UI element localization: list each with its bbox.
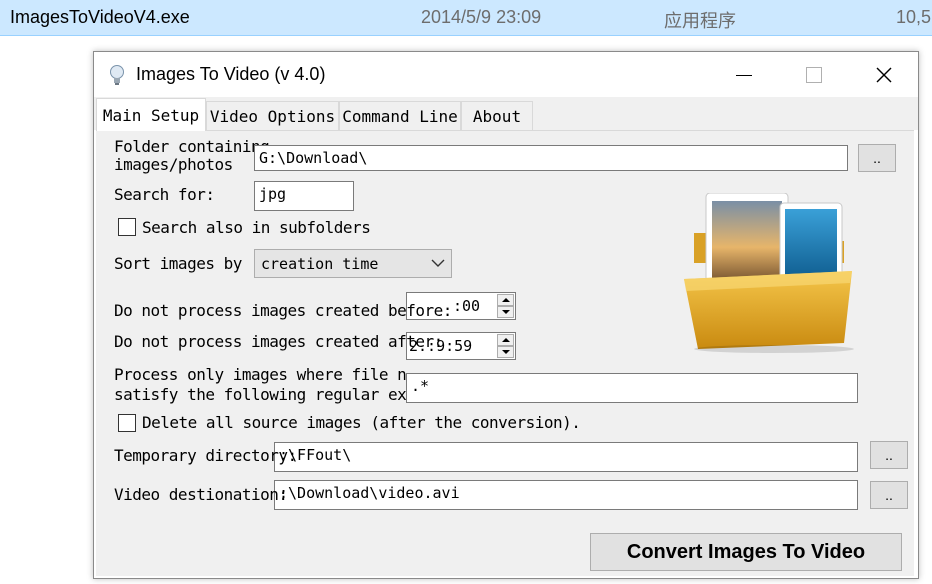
temp-dir-label: Temporary directory: bbox=[114, 446, 297, 465]
regex-input[interactable]: .* bbox=[406, 373, 858, 403]
photo-folder-icon bbox=[684, 193, 854, 353]
sort-select-value: creation time bbox=[261, 255, 379, 273]
folder-label-line1: Folder containing bbox=[114, 137, 270, 156]
minimize-icon bbox=[736, 75, 752, 76]
folder-browse-button[interactable]: .. bbox=[858, 144, 896, 172]
before-increment-button[interactable] bbox=[497, 294, 514, 306]
folder-input[interactable]: G:\Download\ bbox=[254, 145, 848, 171]
video-destination-input[interactable]: :\Download\video.avi bbox=[274, 480, 858, 510]
sort-label: Sort images by bbox=[114, 254, 242, 273]
video-destination-label: Video destionation: bbox=[114, 485, 288, 504]
subfolders-checkbox[interactable] bbox=[118, 218, 136, 236]
video-destination-browse-button[interactable]: .. bbox=[870, 481, 908, 509]
maximize-button[interactable] bbox=[784, 52, 844, 97]
after-decrement-button[interactable] bbox=[497, 346, 514, 358]
file-type: 应用程序 bbox=[664, 11, 736, 31]
before-datetime-value: :00 bbox=[453, 297, 481, 315]
explorer-file-row[interactable]: ImagesToVideoV4.exe 2014/5/9 23:09 应用程序 … bbox=[0, 0, 932, 36]
before-decrement-button[interactable] bbox=[497, 306, 514, 318]
delete-source-checkbox[interactable] bbox=[118, 414, 136, 432]
after-label: Do not process images created after: bbox=[114, 332, 443, 351]
after-increment-button[interactable] bbox=[497, 334, 514, 346]
file-size: 10,5 bbox=[896, 7, 932, 27]
search-for-label: Search for: bbox=[114, 185, 215, 204]
title-bar[interactable]: Images To Video (v 4.0) bbox=[94, 52, 918, 97]
temp-dir-browse-button[interactable]: .. bbox=[870, 441, 908, 469]
file-modified-date: 2014/5/9 23:09 bbox=[421, 7, 542, 27]
maximize-icon bbox=[806, 66, 822, 83]
tab-command-line[interactable]: Command Line bbox=[339, 101, 461, 130]
minimize-button[interactable] bbox=[714, 52, 774, 97]
subfolders-label: Search also in subfolders bbox=[142, 218, 371, 237]
close-icon bbox=[876, 67, 892, 82]
images-to-video-window: Images To Video (v 4.0) Main Setup Video… bbox=[93, 51, 919, 579]
window-title: Images To Video (v 4.0) bbox=[136, 64, 326, 84]
file-name: ImagesToVideoV4.exe bbox=[10, 7, 190, 27]
tab-main-setup[interactable]: Main Setup bbox=[96, 98, 206, 131]
before-label: Do not process images created before: bbox=[114, 301, 452, 320]
regex-label-line1: Process only images where file n bbox=[114, 365, 407, 384]
regex-label-line2: satisfy the following regular ex bbox=[114, 385, 407, 404]
lightbulb-icon bbox=[110, 65, 124, 85]
folder-label-line2: images/photos bbox=[114, 155, 233, 174]
chevron-down-icon bbox=[431, 259, 445, 267]
main-setup-panel: Folder containing images/photos G:\Downl… bbox=[96, 130, 914, 576]
close-button[interactable] bbox=[854, 52, 914, 97]
tab-about[interactable]: About bbox=[461, 101, 533, 130]
convert-button[interactable]: Convert Images To Video bbox=[590, 533, 902, 571]
tab-video-options[interactable]: Video Options bbox=[206, 101, 339, 130]
sort-select[interactable]: creation time bbox=[254, 249, 452, 278]
search-for-input[interactable]: jpg bbox=[254, 181, 354, 211]
tab-strip: Main Setup Video Options Command Line Ab… bbox=[94, 97, 918, 131]
temp-dir-input[interactable]: :\FFout\ bbox=[274, 442, 858, 472]
delete-source-label: Delete all source images (after the conv… bbox=[142, 413, 581, 432]
